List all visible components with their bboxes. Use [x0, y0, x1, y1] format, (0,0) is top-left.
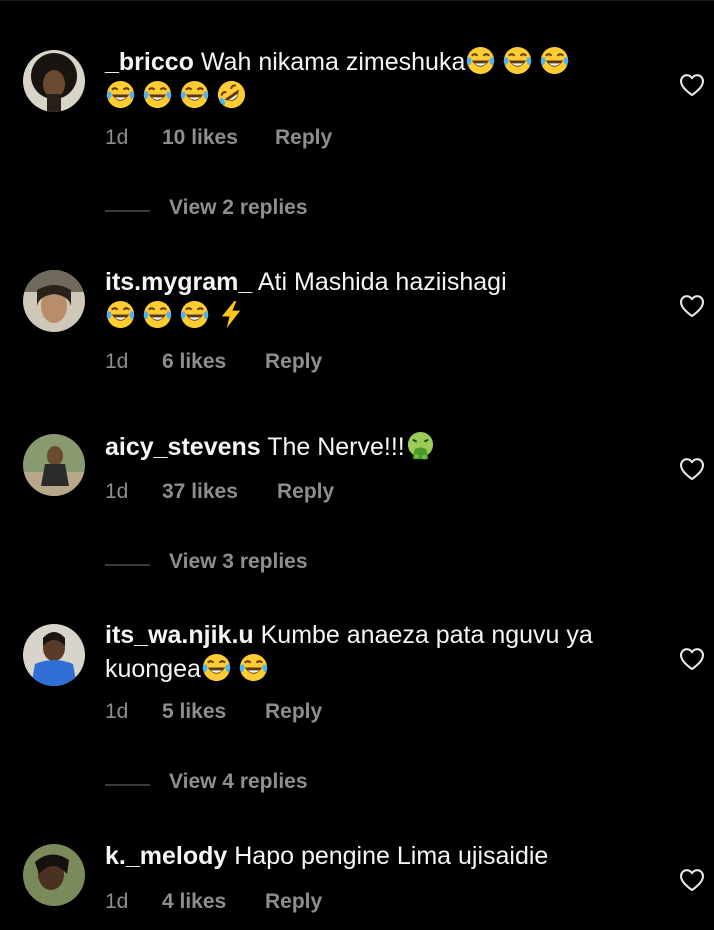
comment-time: 1d: [105, 350, 129, 373]
comment-text: Ati Mashida haziishagi: [257, 268, 507, 296]
tears-of-joy-emoji: [503, 45, 533, 76]
comment-likes[interactable]: 4 likes: [162, 890, 226, 914]
comment-username[interactable]: k._melody: [105, 842, 227, 870]
heart-outline-icon[interactable]: [679, 457, 705, 481]
high-voltage-emoji: [221, 300, 241, 329]
replies-divider: [105, 564, 150, 566]
comment-likes[interactable]: 37 likes: [162, 480, 238, 504]
comment-username[interactable]: _bricco: [105, 48, 194, 76]
heart-outline-icon[interactable]: [679, 647, 705, 671]
avatar[interactable]: [23, 844, 85, 906]
comment-text: Hapo pengine Lima ujisaidie: [234, 842, 549, 870]
tears-of-joy-emoji: [540, 45, 570, 76]
top-divider: [0, 0, 714, 1]
tears-of-joy-emoji: [105, 299, 136, 330]
reply-button[interactable]: Reply: [277, 480, 334, 504]
comment-text: Kumbe anaeza pata nguvu ya: [260, 621, 593, 649]
comment-body: aicy_stevens The Nerve!!!: [105, 430, 665, 464]
view-replies-label: View 4 replies: [169, 770, 308, 793]
vomiting-face-emoji: [406, 430, 434, 461]
comment-username[interactable]: its_wa.njik.u: [105, 621, 254, 649]
comment-text-cont: kuongea: [105, 655, 201, 683]
comment-time: 1d: [105, 126, 129, 149]
comment-time: 1d: [105, 480, 129, 503]
comment-text: The Nerve!!!: [267, 433, 405, 461]
replies-divider: [105, 210, 150, 212]
heart-outline-icon[interactable]: [679, 73, 705, 97]
tears-of-joy-emoji: [201, 652, 232, 683]
tears-of-joy-emoji: [179, 299, 210, 330]
comment-username[interactable]: aicy_stevens: [105, 433, 261, 461]
avatar[interactable]: [23, 270, 85, 332]
comment-likes[interactable]: 10 likes: [162, 126, 238, 150]
tears-of-joy-emoji: [105, 79, 136, 110]
tears-of-joy-emoji: [142, 79, 173, 110]
comment-likes[interactable]: 6 likes: [162, 350, 226, 374]
heart-outline-icon[interactable]: [679, 868, 705, 892]
reply-button[interactable]: Reply: [265, 350, 322, 374]
view-replies-label: View 2 replies: [169, 196, 308, 219]
tears-of-joy-emoji: [238, 652, 269, 683]
reply-button[interactable]: Reply: [275, 126, 332, 150]
heart-outline-icon[interactable]: [679, 294, 705, 318]
comment-body: its.mygram_ Ati Mashida haziishagi: [105, 266, 665, 333]
comment-time: 1d: [105, 700, 129, 723]
comment-body: its_wa.njik.u Kumbe anaeza pata nguvu ya…: [105, 619, 665, 686]
comment-body: k._melody Hapo pengine Lima ujisaidie: [105, 840, 665, 873]
comment-likes[interactable]: 5 likes: [162, 700, 226, 724]
avatar[interactable]: [23, 624, 85, 686]
avatar[interactable]: [23, 434, 85, 496]
comment-time: 1d: [105, 890, 129, 913]
reply-button[interactable]: Reply: [265, 700, 322, 724]
rofl-emoji: [216, 79, 247, 110]
tears-of-joy-emoji: [142, 299, 173, 330]
comment-text: Wah nikama zimeshuka: [200, 48, 466, 76]
tears-of-joy-emoji: [466, 45, 496, 76]
reply-button[interactable]: Reply: [265, 890, 322, 914]
view-replies-label: View 3 replies: [169, 550, 308, 573]
comment-body: _bricco Wah nikama zimeshuka: [105, 45, 665, 113]
avatar[interactable]: [23, 50, 85, 112]
replies-divider: [105, 784, 150, 786]
tears-of-joy-emoji: [179, 79, 210, 110]
comment-username[interactable]: its.mygram_: [105, 268, 252, 296]
